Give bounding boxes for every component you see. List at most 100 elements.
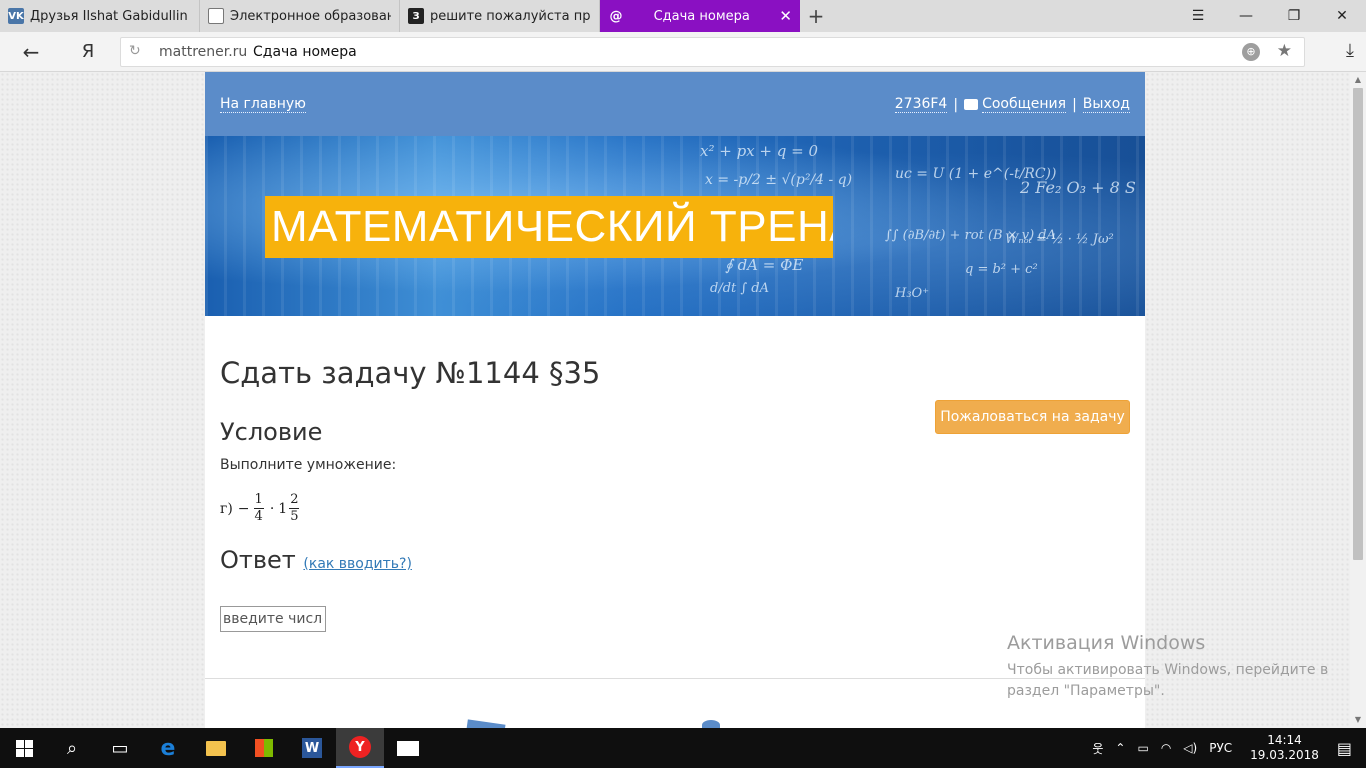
- vk-icon: VK: [8, 8, 24, 24]
- tab-title: Электронное образование: [230, 8, 391, 24]
- page-viewport: На главную 2736F4 | Сообщения | Выход x²…: [0, 72, 1350, 728]
- znanija-icon: З: [408, 8, 424, 24]
- close-tab-icon[interactable]: ✕: [779, 7, 792, 25]
- url-page-title: Сдача номера: [253, 44, 357, 60]
- battery-icon[interactable]: ▭: [1137, 741, 1148, 755]
- banner-title: МАТЕМАТИЧЕСКИЙ ТРЕНАЖЕР: [265, 196, 833, 258]
- reload-icon[interactable]: ↻: [129, 43, 141, 59]
- address-bar: ← Я ↻ mattrener.ru Сдача номера ⊕ ★ ⤓: [0, 32, 1366, 72]
- tab-title: Сдача номера: [653, 8, 750, 24]
- clock-date: 19.03.2018: [1250, 748, 1319, 762]
- scroll-down-icon[interactable]: ▼: [1350, 712, 1366, 728]
- denominator: 5: [290, 509, 299, 524]
- system-tray: 웃 ⌃ ▭ ◠ ◁) РУС 14:14 19.03.2018 ▤: [1086, 728, 1366, 768]
- chevron-up-icon[interactable]: ⌃: [1115, 741, 1125, 755]
- yandex-button[interactable]: Я: [78, 40, 98, 64]
- tab-electronic-education[interactable]: Электронное образование: [200, 0, 400, 32]
- answer-input-wrap: [220, 606, 326, 632]
- footer-graphic: [702, 720, 720, 728]
- site-container: На главную 2736F4 | Сообщения | Выход x²…: [205, 72, 1145, 728]
- url-domain: mattrener.ru: [159, 44, 248, 60]
- windows-taskbar: ⌕ ▭ e W Y 웃 ⌃ ▭ ◠ ◁) РУС 14:14 19.03.201…: [0, 728, 1366, 768]
- scroll-thumb[interactable]: [1353, 88, 1363, 560]
- globe-icon[interactable]: ⊕: [1242, 43, 1260, 61]
- user-id-link[interactable]: 2736F4: [894, 96, 948, 113]
- volume-icon[interactable]: ◁): [1183, 741, 1197, 755]
- answer-input[interactable]: [220, 606, 326, 632]
- banner-formula: q = b² + c²: [965, 262, 1038, 277]
- store-icon: [255, 739, 273, 757]
- browser-tab-bar: VK Друзья Ilshat Gabidullin – 1 Электрон…: [0, 0, 1366, 32]
- answer-heading-text: Ответ: [220, 546, 296, 574]
- complain-button[interactable]: Пожаловаться на задачу: [935, 400, 1130, 434]
- math-expression: г) − 1 4 · 1 2 5: [220, 492, 301, 525]
- expression-prefix: г): [220, 500, 233, 517]
- minimize-icon[interactable]: —: [1222, 0, 1270, 32]
- activation-title: Активация Windows: [1007, 632, 1206, 654]
- back-arrow-icon[interactable]: ←: [18, 40, 44, 64]
- folder-icon: [206, 740, 226, 756]
- how-to-enter-link[interactable]: (как вводить?): [303, 556, 412, 572]
- page-scrollbar[interactable]: ▲ ▼: [1350, 72, 1366, 728]
- scroll-up-icon[interactable]: ▲: [1350, 72, 1366, 88]
- mail-button[interactable]: [384, 728, 432, 768]
- store-button[interactable]: [240, 728, 288, 768]
- start-button[interactable]: [0, 728, 48, 768]
- numerator: 2: [289, 492, 300, 509]
- page-title: Сдать задачу №1144 §35: [220, 356, 601, 390]
- activation-line-2: раздел "Параметры".: [1007, 683, 1165, 699]
- word-button[interactable]: W: [288, 728, 336, 768]
- activation-line-1: Чтобы активировать Windows, перейдите в: [1007, 662, 1329, 678]
- user-links: 2736F4 | Сообщения | Выход: [894, 96, 1130, 113]
- banner-formula: uc = U (1 + e^(-t/RC)): [895, 166, 1057, 182]
- bookmark-star-icon[interactable]: ★: [1277, 41, 1292, 61]
- minus-sign: −: [237, 500, 250, 517]
- clock-time: 14:14: [1267, 733, 1302, 747]
- yandex-browser-icon: Y: [349, 736, 371, 758]
- language-indicator[interactable]: РУС: [1209, 741, 1232, 755]
- banner-formula: H₃O⁺: [895, 286, 930, 301]
- tab-vk-friends[interactable]: VK Друзья Ilshat Gabidullin – 1: [0, 0, 200, 32]
- multiply-dot: ·: [269, 500, 275, 517]
- banner-formula: d/dt ∫ dA: [710, 281, 769, 296]
- yandex-browser-button[interactable]: Y: [336, 728, 384, 768]
- fraction-one-quarter: 1 4: [253, 492, 264, 525]
- explorer-button[interactable]: [192, 728, 240, 768]
- denominator: 4: [254, 509, 263, 524]
- edge-icon: e: [160, 735, 176, 761]
- home-link[interactable]: На главную: [220, 96, 306, 113]
- notifications-icon[interactable]: ▤: [1337, 739, 1352, 758]
- search-icon[interactable]: ⌕: [48, 728, 96, 768]
- restore-icon[interactable]: ❐: [1270, 0, 1318, 32]
- divider: [205, 678, 1145, 679]
- banner-formula: x² + px + q = 0: [700, 142, 818, 160]
- close-window-icon[interactable]: ✕: [1318, 0, 1366, 32]
- new-tab-button[interactable]: +: [800, 0, 832, 32]
- site-banner: x² + px + q = 0 ∮ dA = ΦE 2 Fe₂ O₃ + 8 S…: [205, 136, 1145, 316]
- messages-link[interactable]: Сообщения: [982, 96, 1067, 113]
- wifi-icon[interactable]: ◠: [1161, 741, 1171, 755]
- tab-znanija[interactable]: З решите пожалуйста прошу: [400, 0, 600, 32]
- download-icon[interactable]: ⤓: [1346, 40, 1354, 61]
- mixed-whole: 1: [278, 500, 288, 517]
- answer-heading: Ответ (как вводить?): [220, 546, 412, 574]
- word-icon: W: [302, 738, 322, 758]
- condition-heading: Условие: [220, 418, 323, 446]
- fraction-two-fifths: 2 5: [289, 492, 300, 525]
- footer-graphic: [466, 719, 506, 728]
- site-top-nav: На главную 2736F4 | Сообщения | Выход: [205, 72, 1145, 136]
- mail-icon: [397, 740, 419, 756]
- people-icon[interactable]: 웃: [1092, 740, 1103, 757]
- tab-title: решите пожалуйста прошу: [430, 8, 591, 24]
- menu-icon[interactable]: ☰: [1174, 0, 1222, 32]
- logout-link[interactable]: Выход: [1082, 96, 1130, 113]
- tab-submit-task[interactable]: @ Сдача номера ✕: [600, 0, 800, 32]
- chat-icon: [964, 99, 979, 110]
- task-view-icon[interactable]: ▭: [96, 728, 144, 768]
- numerator: 1: [253, 492, 264, 509]
- edge-button[interactable]: e: [144, 728, 192, 768]
- windows-logo-icon: [15, 739, 33, 757]
- banner-formula: Wₙₒₜ = ½ · ½ Jω²: [1005, 232, 1114, 247]
- url-field[interactable]: ↻ mattrener.ru Сдача номера ⊕ ★: [120, 37, 1305, 67]
- clock[interactable]: 14:14 19.03.2018: [1250, 733, 1319, 763]
